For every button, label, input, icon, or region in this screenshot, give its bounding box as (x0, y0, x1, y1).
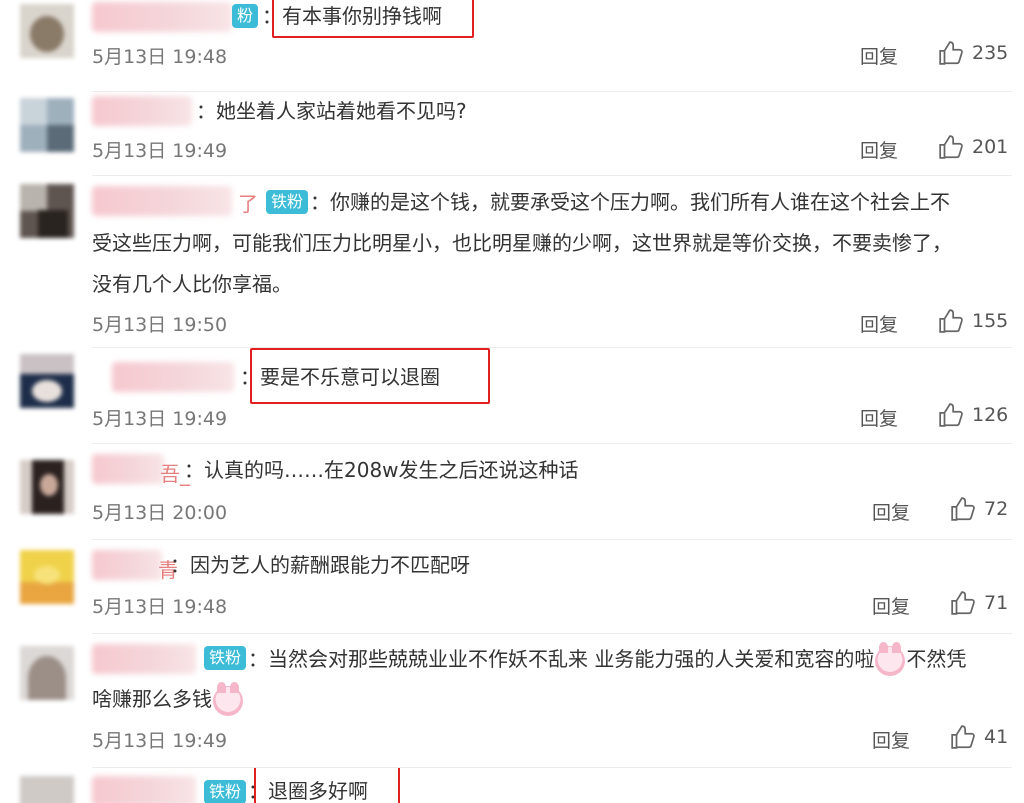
thumbs-up-icon[interactable] (938, 308, 964, 334)
avatar[interactable] (20, 460, 74, 514)
pink-bunny-emoji-icon (213, 681, 243, 716)
username[interactable] (92, 96, 192, 126)
reply-button[interactable]: 回复 (860, 136, 898, 163)
comment-item: 了 铁粉 ：你赚的是这个钱，就要承受这个压力啊。我们所有人谁在这个社会上不 受这… (0, 176, 1024, 348)
comment-item: 青 ：因为艺人的薪酬跟能力不匹配呀 5月13日 19:48 回复 71 (0, 540, 1024, 634)
comment-item: 粉 ：有本事你别挣钱啊 5月13日 19:48 回复 235 (0, 0, 1024, 92)
fan-badge: 铁粉 (204, 780, 247, 803)
comment-text: ：当然会对那些兢兢业业不作妖不乱来 业务能力强的人关爱和宽容的啦 不然凭 (248, 638, 966, 680)
comment-date: 5月13日 19:49 (92, 408, 228, 430)
thumbs-up-icon[interactable] (938, 40, 964, 66)
comment-date: 5月13日 20:00 (92, 502, 228, 524)
reply-button[interactable]: 回复 (872, 498, 910, 525)
comment-text: 啥赚那么多钱 (92, 678, 244, 720)
thumbs-up-icon[interactable] (950, 590, 976, 616)
comment-item: 铁粉 ：当然会对那些兢兢业业不作妖不乱来 业务能力强的人关爱和宽容的啦 不然凭 啥… (0, 634, 1024, 768)
thumbs-up-icon[interactable] (950, 496, 976, 522)
avatar[interactable] (20, 550, 74, 604)
comment-text: 受这些压力啊，可能我们压力比明星小，也比明星赚的少啊，这世界就是等价交换，不要卖… (92, 231, 952, 255)
like-count: 235 (972, 42, 1009, 64)
pink-bunny-emoji-icon (875, 641, 906, 676)
username[interactable] (92, 454, 164, 484)
avatar[interactable] (20, 776, 74, 803)
avatar[interactable] (20, 184, 74, 238)
username[interactable] (92, 2, 232, 32)
username[interactable] (92, 644, 196, 674)
comment-item: 铁粉 ：退圈多好啊 (0, 768, 1024, 803)
avatar[interactable] (20, 646, 74, 700)
reply-button[interactable]: 回复 (872, 592, 910, 619)
reply-button[interactable]: 回复 (860, 42, 898, 69)
fan-badge: 粉 (232, 4, 259, 28)
comment-text: ：因为艺人的薪酬跟能力不匹配呀 (170, 553, 470, 577)
thumbs-up-icon[interactable] (950, 724, 976, 750)
reply-button[interactable]: 回复 (860, 404, 898, 431)
avatar[interactable] (20, 354, 74, 408)
comment-date: 5月13日 19:49 (92, 140, 228, 162)
username[interactable] (92, 776, 196, 803)
username[interactable] (112, 362, 234, 392)
comment-item: ：她坐着人家站着她看不见吗? 5月13日 19:49 回复 201 (0, 92, 1024, 176)
comment-date: 5月13日 19:48 (92, 46, 228, 68)
highlight-box (254, 768, 400, 803)
like-count: 71 (984, 592, 1009, 614)
username-suffix: 了 (238, 192, 258, 216)
thumbs-up-icon[interactable] (938, 134, 964, 160)
reply-button[interactable]: 回复 (860, 310, 898, 337)
reply-button[interactable]: 回复 (872, 726, 910, 753)
comment-text: ：认真的吗……在208w发生之后还说这种话 (184, 458, 579, 482)
avatar[interactable] (20, 98, 74, 152)
like-count: 201 (972, 136, 1009, 158)
comment-date: 5月13日 19:48 (92, 596, 228, 618)
comment-text: 没有几个人比你享福。 (92, 272, 292, 296)
comment-text: ：你赚的是这个钱，就要承受这个压力啊。我们所有人谁在这个社会上不 (310, 190, 950, 214)
highlight-box (250, 348, 490, 404)
like-count: 126 (972, 404, 1009, 426)
avatar[interactable] (20, 4, 74, 58)
comment-item: 吾_ ：认真的吗……在208w发生之后还说这种话 5月13日 20:00 回复 … (0, 444, 1024, 540)
like-count: 41 (984, 726, 1009, 748)
highlight-box (272, 0, 474, 38)
username[interactable] (92, 550, 162, 580)
like-count: 72 (984, 498, 1009, 520)
comment-item: ：要是不乐意可以退圈 5月13日 19:49 回复 126 (0, 348, 1024, 444)
comment-date: 5月13日 19:49 (92, 730, 228, 752)
thumbs-up-icon[interactable] (938, 402, 964, 428)
comment-text: ：她坐着人家站着她看不见吗? (196, 99, 467, 123)
username[interactable] (92, 186, 232, 216)
fan-badge: 铁粉 (266, 190, 309, 214)
fan-badge: 铁粉 (204, 646, 247, 670)
comment-date: 5月13日 19:50 (92, 314, 228, 336)
like-count: 155 (972, 310, 1009, 332)
